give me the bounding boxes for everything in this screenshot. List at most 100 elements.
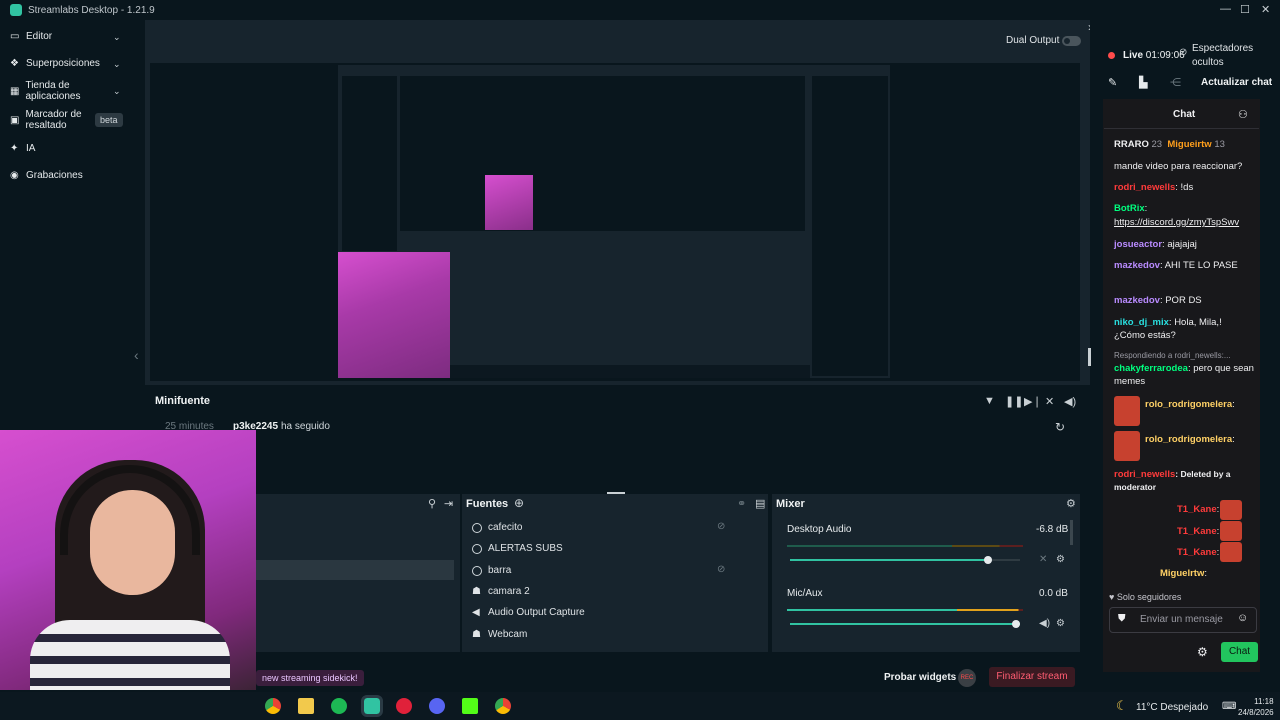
volume-icon[interactable]: ◀) [1039,618,1050,629]
message-link[interactable]: https://discord.gg/zmyTspSwv [1114,217,1239,228]
message-user[interactable]: josueactor [1114,239,1162,250]
slider-knob[interactable] [983,556,992,564]
message-user[interactable]: BotRix [1114,203,1145,214]
source-item[interactable]: ☗ Webcam [472,629,527,640]
message-user[interactable]: mazkedov [1114,295,1160,306]
actualizar-chat-button[interactable]: Actualizar chat [1201,77,1272,88]
camera-icon: ☗ [472,586,481,597]
shield-icon[interactable]: ⛊ [1118,613,1126,624]
sidebar-item-marcador[interactable]: ▣ Marcador de resaltado [10,109,90,131]
hidden-eye-icon[interactable]: ⊘ [717,521,725,532]
probar-widgets-button[interactable]: Probar widgets [884,672,956,683]
source-item[interactable]: ☗ camara 2 [472,586,530,597]
dual-output-toggle[interactable] [1062,36,1081,46]
sidebar-item-grabaciones[interactable]: ◉ Grabaciones [10,170,83,181]
message-user[interactable]: Miguelrtw [1160,568,1204,579]
scene-collapse-icon[interactable]: ⇥ [444,497,453,510]
message-user[interactable]: T1_Kane [1177,526,1217,537]
message-user[interactable]: niko_dj_mix [1114,317,1169,328]
chat-settings-icon[interactable]: ⚙ [1197,645,1208,659]
sidebar-item-tienda[interactable]: ▦ Tienda de aplicaciones [10,80,90,102]
filter-icon[interactable]: ▼ [984,395,995,407]
folder-icon[interactable] [298,698,314,714]
followers-only-label: Solo seguidores [1116,592,1182,602]
source-item[interactable]: ◀ Audio Output Capture [472,607,585,618]
chat-resize-handle[interactable] [1088,348,1091,366]
minimize-icon[interactable]: — [1220,3,1231,15]
source-options-icon[interactable]: ⚭ [737,497,746,510]
mixer-settings-icon[interactable]: ⚙ [1066,497,1076,510]
pause-icon[interactable]: ❚❚ [1005,395,1023,408]
message-user[interactable]: rodri_newells [1114,469,1175,480]
opera-icon[interactable] [396,698,412,714]
mute-icon[interactable]: ✕ [1039,554,1047,565]
clip-icon[interactable]: ▙ [1139,76,1147,89]
chevron-left-icon[interactable]: ‹ [134,347,139,363]
sidebar-item-superposiciones[interactable]: ❖ Superposiciones [10,58,100,69]
streamlabs-logo-icon [10,4,22,16]
clock[interactable]: 11:18 24/8/2026 [1238,696,1274,718]
message-user[interactable]: T1_Kane [1177,547,1217,558]
source-item[interactable]: ALERTAS SUBS [472,543,563,554]
source-item[interactable]: cafecito [472,522,522,533]
message-user[interactable]: rodri_newells [1114,182,1175,193]
chat-message[interactable]: https://discord.gg/zmyTspSwv [1114,216,1254,229]
eye-off-icon: ⊘ [1179,47,1188,58]
clock-date: 24/8/2026 [1238,708,1274,717]
emote-icon [1114,431,1140,461]
globe-icon [472,565,482,576]
message-user[interactable]: rolo_rodrigomelera [1145,434,1232,445]
close-icon[interactable]: ✕ [1261,3,1270,16]
rec-button[interactable]: REC [958,669,976,687]
preview-nested-chat [812,76,888,376]
desktop-audio-slider[interactable] [790,556,1020,564]
scrollbar[interactable] [1070,520,1073,545]
preview-nested-taskbar [450,365,810,378]
message-user[interactable]: rolo_rodrigomelera [1145,399,1232,410]
message-user[interactable]: mazkedov [1114,260,1160,271]
hidden-eye-icon[interactable]: ⊘ [717,564,725,575]
sidebar-item-ia[interactable]: ✦ IA [10,143,35,154]
desktop-audio-meter [787,545,1023,547]
streamlabs-icon[interactable] [361,695,383,717]
sidebar-item-editor[interactable]: ▭ Editor [10,31,52,42]
maximize-icon[interactable]: ☐ [1240,3,1250,16]
spotify-icon[interactable] [331,698,347,714]
channel-settings-icon[interactable]: ⚙ [1056,554,1065,565]
message-text: : POR DS [1159,295,1202,306]
mic-audio-slider[interactable] [790,620,1020,628]
store-icon: ▦ [10,85,20,97]
channel-settings-icon[interactable]: ⚙ [1056,618,1065,629]
followers-only-notice: ♥ Solo seguidores [1109,592,1182,602]
message-user[interactable]: T1_Kane [1177,504,1217,515]
kick-icon[interactable] [462,698,478,714]
finalizar-stream-button[interactable]: Finalizar stream [989,667,1075,687]
folder-icon[interactable]: ▤ [755,497,765,510]
chat-send-button[interactable]: Chat [1221,642,1258,662]
chrome-icon[interactable] [495,698,511,714]
mute-alerts-icon[interactable]: ✕ [1045,395,1054,408]
emote-icon [1220,521,1242,541]
skip-icon[interactable]: ▶❘ [1024,395,1042,408]
message-user[interactable]: chakyferrarodea [1114,363,1188,374]
top-user-name[interactable]: Migueirtw [1167,139,1211,150]
transition-icon[interactable]: ⚲ [428,497,436,510]
slider-knob[interactable] [1012,620,1020,628]
edit-icon[interactable]: ✎ [1108,76,1117,89]
sidekick-banner[interactable]: new streaming sidekick! [256,670,364,686]
share-icon[interactable]: ⋲ [1170,76,1181,89]
scene-item-selected[interactable] [256,560,454,580]
top-user-name[interactable]: RRARO [1114,139,1149,150]
keyboard-icon[interactable]: ⌨ [1222,701,1236,712]
chat-message: niko_dj_mix: Hola, Mila,! ¿Cómo estás? [1114,316,1254,342]
emoji-icon[interactable]: ☺ [1237,612,1248,624]
replay-icon[interactable]: ↻ [1055,420,1065,434]
message-text: : [1204,568,1207,579]
chrome-icon[interactable] [265,698,281,714]
clock-time: 11:18 [1254,697,1274,706]
users-icon[interactable]: ⚇ [1238,108,1248,121]
source-item[interactable]: barra [472,565,511,576]
discord-icon[interactable] [429,698,445,714]
volume-icon[interactable]: ◀) [1064,395,1076,408]
add-source-icon[interactable]: ⊕ [514,496,524,510]
